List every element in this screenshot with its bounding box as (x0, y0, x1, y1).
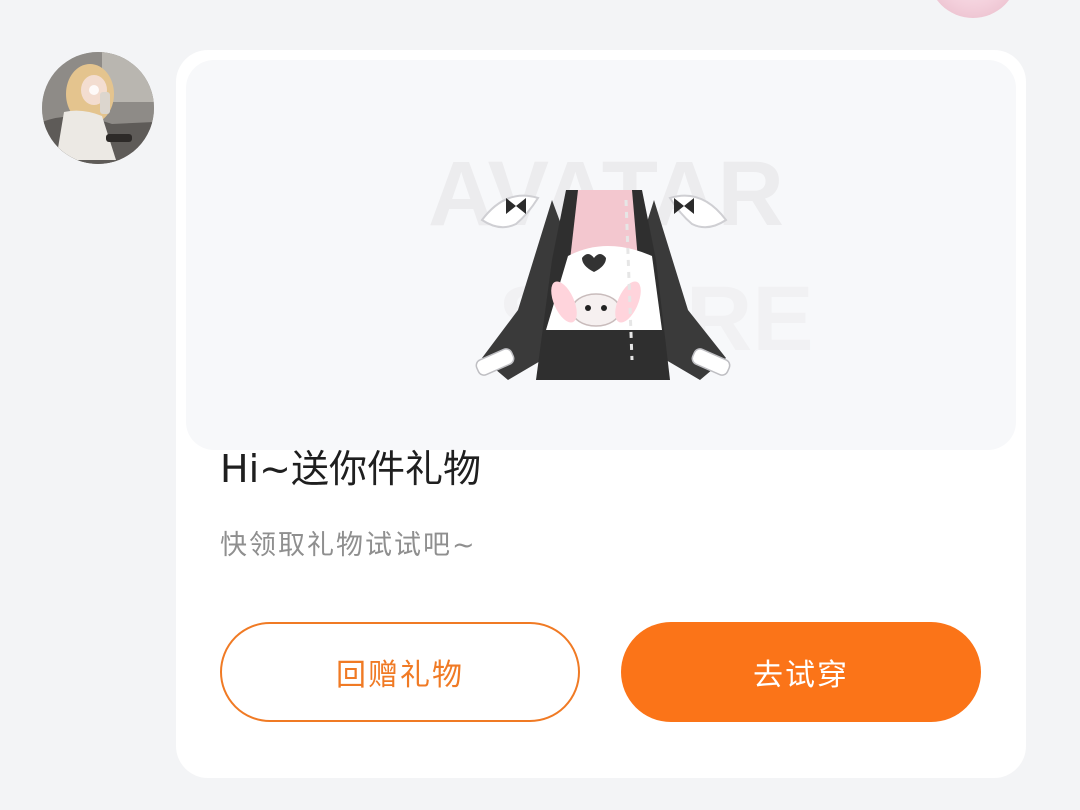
outfit-icon (475, 190, 731, 380)
chat-screen: AVATAR STORE (0, 0, 1080, 810)
try-on-button[interactable]: 去试穿 (621, 622, 981, 722)
avatar-photo (42, 52, 154, 164)
gift-subtitle: 快领取礼物试试吧~ (220, 530, 477, 561)
gift-title: Hi~送你件礼物 (220, 447, 481, 491)
return-gift-button[interactable]: 回赠礼物 (220, 622, 580, 722)
sender-avatar[interactable] (42, 52, 154, 164)
gift-message-card[interactable]: AVATAR STORE (176, 50, 1026, 778)
gift-preview[interactable]: AVATAR STORE (186, 60, 1016, 450)
other-user-avatar[interactable] (928, 0, 1018, 18)
